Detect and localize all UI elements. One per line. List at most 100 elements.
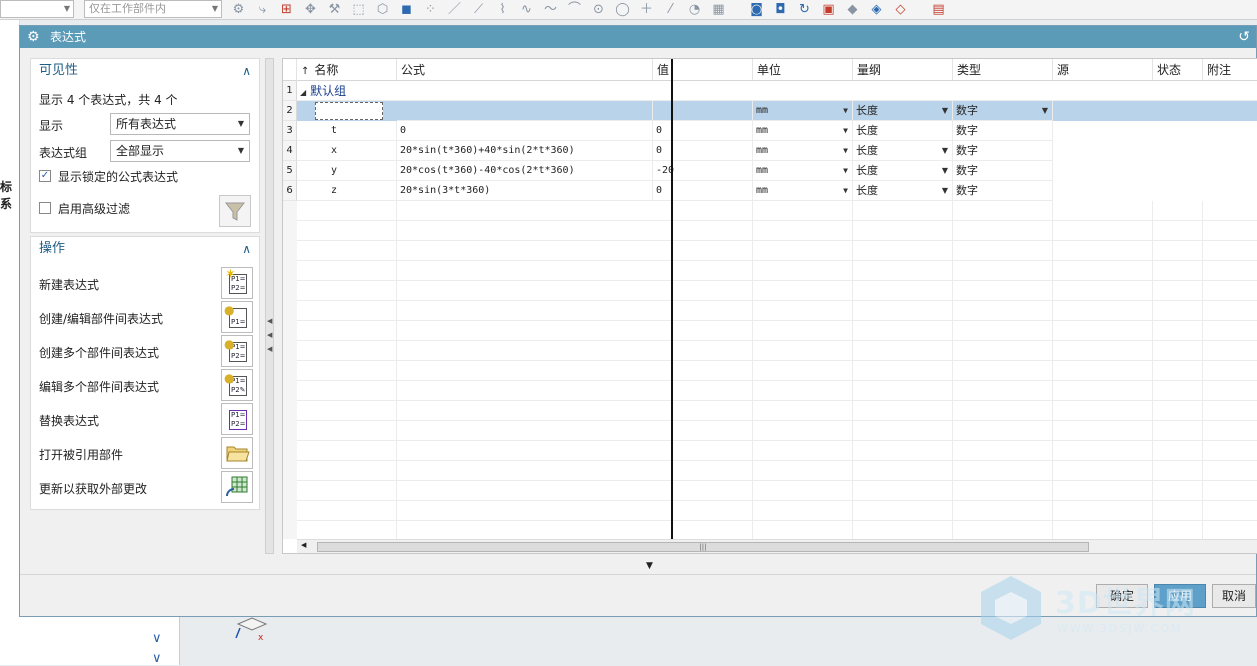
operations-header[interactable]: 操作 ∧ xyxy=(31,237,259,261)
advanced-filter-checkbox[interactable] xyxy=(39,202,51,214)
edit-multiple-interpart-icon[interactable]: P1= P2✎ ● xyxy=(221,369,253,401)
ruler-icon[interactable]: ▤ xyxy=(930,2,947,18)
line-icon[interactable]: ／ xyxy=(446,2,463,18)
update-external-icon[interactable] xyxy=(221,471,253,503)
type-select[interactable]: 数字 ▼ xyxy=(953,101,1053,121)
name-cell[interactable]: z xyxy=(297,181,397,201)
dimension-select[interactable]: 长度 ▼ xyxy=(853,181,953,201)
column-header-name[interactable]: ↑ 名称 xyxy=(297,59,397,81)
interpart-expression-op[interactable]: 创建/编辑部件间表达式 P1= ● xyxy=(39,301,253,335)
unit-select[interactable]: mm ▼ xyxy=(753,161,853,181)
collapse-icon[interactable]: ∧ xyxy=(242,237,251,261)
name-cell[interactable]: y xyxy=(297,161,397,181)
wave-icon[interactable]: 〜 xyxy=(542,2,559,18)
new-expression-op[interactable]: 新建表达式 P1= P2= ✶ xyxy=(39,267,253,301)
open-folder-icon[interactable] xyxy=(221,437,253,469)
grid-icon[interactable]: ▦ xyxy=(710,2,727,18)
open-referenced-part-op[interactable]: 打开被引用部件 xyxy=(39,437,253,471)
render-icon[interactable]: ◇ xyxy=(892,2,909,18)
link-icon[interactable]: ⤷ xyxy=(254,2,271,18)
unit-select[interactable]: mm ▼ xyxy=(753,181,853,201)
type-cell[interactable]: 数字 xyxy=(953,161,1053,181)
body-icon[interactable]: ⬡ xyxy=(374,2,391,18)
pane-splitter[interactable]: ◀ ◀ ◀ xyxy=(265,58,274,554)
chevron-down-icon[interactable]: ∨ xyxy=(152,651,162,666)
circle-icon[interactable]: ◯ xyxy=(614,2,631,18)
replace-expression-icon[interactable]: P1= P2= xyxy=(221,403,253,435)
assembly-icon[interactable]: ⚒ xyxy=(326,2,343,18)
edit-multiple-interpart-op[interactable]: 编辑多个部件间表达式 P1= P2✎ ● xyxy=(39,369,253,403)
zoom-icon[interactable]: ◘ xyxy=(772,2,789,18)
select-box-icon[interactable]: ⬚ xyxy=(350,2,367,18)
formula-cell[interactable]: 20*sin(t*360)+40*sin(2*t*360) xyxy=(397,141,653,161)
name-edit-cell[interactable] xyxy=(315,102,383,120)
expand-down-icon[interactable]: ▼ xyxy=(646,561,653,571)
scrollbar-thumb[interactable]: ||| xyxy=(317,542,1089,552)
multiple-interpart-op[interactable]: 创建多个部件间表达式 P1= P2= ● xyxy=(39,335,253,369)
toolbar-combo[interactable]: ▼ xyxy=(0,0,74,18)
visibility-header[interactable]: 可见性 ∧ xyxy=(31,59,259,83)
group-select[interactable]: 全部显示 ▼ xyxy=(110,140,250,162)
value-cell: 0 xyxy=(653,181,753,201)
dimension-cell[interactable]: 长度 xyxy=(853,121,953,141)
dimension-select[interactable]: 长度 ▼ xyxy=(853,161,953,181)
arc-icon[interactable]: ⌒ xyxy=(566,2,583,18)
diagonal-icon[interactable]: ⁄ xyxy=(662,2,679,18)
column-header-source[interactable]: 源 xyxy=(1053,59,1153,81)
column-header-dimension[interactable]: 量纲 xyxy=(853,59,953,81)
column-header-value[interactable]: 值 xyxy=(653,59,753,81)
unit-select[interactable]: mm ▼ xyxy=(753,141,853,161)
unit-select[interactable]: mm ▼ xyxy=(753,121,853,141)
solid-icon[interactable]: ◈ xyxy=(868,2,885,18)
type-cell[interactable]: 数字 xyxy=(953,181,1053,201)
chevron-down-icon[interactable]: ∨ xyxy=(152,631,162,646)
formula-cell[interactable]: 20*sin(3*t*360) xyxy=(397,181,653,201)
point-icon[interactable]: ⊞ xyxy=(278,2,295,18)
shade-icon[interactable]: ◆ xyxy=(844,2,861,18)
update-external-op[interactable]: 更新以获取外部更改 xyxy=(39,471,253,505)
formula-cell[interactable] xyxy=(397,101,653,121)
plus-icon[interactable]: ＋ xyxy=(638,2,655,18)
scroll-left-icon[interactable]: ◀ xyxy=(301,541,306,549)
multiple-interpart-icon[interactable]: P1= P2= ● xyxy=(221,335,253,367)
expand-triangle-icon[interactable]: ◢ xyxy=(300,88,306,97)
column-header-type[interactable]: 类型 xyxy=(953,59,1053,81)
group-row[interactable]: ◢ 默认组 xyxy=(297,81,1257,101)
vertices-icon[interactable]: ⁘ xyxy=(422,2,439,18)
name-cell[interactable]: x xyxy=(297,141,397,161)
unit-select[interactable]: mm ▼ xyxy=(753,101,853,121)
column-header-formula[interactable]: 公式 xyxy=(397,59,653,81)
filter-button[interactable] xyxy=(219,195,251,227)
formula-cell[interactable]: 0 xyxy=(397,121,653,141)
fit-view-icon[interactable]: ◙ xyxy=(748,2,765,18)
new-expression-icon[interactable]: P1= P2= ✶ xyxy=(221,267,253,299)
curve-icon[interactable]: ⌇ xyxy=(494,2,511,18)
dimension-select[interactable]: 长度 ▼ xyxy=(853,101,953,121)
name-cell[interactable]: t xyxy=(297,121,397,141)
tangent-line-icon[interactable]: ⟋ xyxy=(470,2,487,18)
column-header-unit[interactable]: 单位 xyxy=(753,59,853,81)
show-locked-checkbox[interactable]: ✓ xyxy=(39,170,51,182)
type-cell[interactable]: 数字 xyxy=(953,141,1053,161)
snap-icon[interactable]: ⚙ xyxy=(230,2,247,18)
reset-icon[interactable]: ↺ xyxy=(1238,26,1250,48)
cube-icon[interactable]: ◼ xyxy=(398,2,415,18)
column-header-status[interactable]: 状态 xyxy=(1153,59,1203,81)
refresh-icon[interactable]: ↻ xyxy=(796,2,813,18)
move-icon[interactable]: ✥ xyxy=(302,2,319,18)
scope-combo[interactable]: 仅在工作部件内 ▼ xyxy=(84,0,222,18)
dimension-select[interactable]: 长度 ▼ xyxy=(853,141,953,161)
interpart-expression-icon[interactable]: P1= ● xyxy=(221,301,253,333)
type-cell[interactable]: 数字 xyxy=(953,121,1053,141)
layout-icon[interactable]: ▣ xyxy=(820,2,837,18)
measure-icon[interactable]: ◔ xyxy=(686,2,703,18)
display-select[interactable]: 所有表达式 ▼ xyxy=(110,113,250,135)
column-header-notes[interactable]: 附注 xyxy=(1203,59,1257,81)
gear-icon[interactable]: ⚙ xyxy=(27,26,40,48)
collapse-icon[interactable]: ∧ xyxy=(242,59,251,83)
circle-center-icon[interactable]: ⊙ xyxy=(590,2,607,18)
spline-icon[interactable]: ∿ xyxy=(518,2,535,18)
horizontal-scrollbar[interactable]: ◀ ||| xyxy=(297,539,1257,553)
replace-expression-op[interactable]: 替换表达式 P1= P2= xyxy=(39,403,253,437)
formula-cell[interactable]: 20*cos(t*360)-40*cos(2*t*360) xyxy=(397,161,653,181)
